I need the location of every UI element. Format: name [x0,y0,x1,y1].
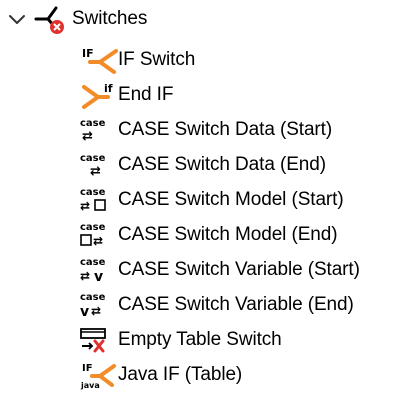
tree-item-java-if-table[interactable]: IF java Java IF (Table) [80,358,242,392]
tree-node-label: Switches [72,8,148,29]
tree-item-case-switch-model-start[interactable]: case ⇄ CASE Switch Model (Start) [80,183,344,217]
svg-text:⇄: ⇄ [80,269,90,283]
tree-item-label: Empty Table Switch [118,329,282,350]
if-switch-icon: IF [80,43,118,77]
java-if-table-icon: IF java [80,358,118,392]
svg-text:case: case [80,292,106,303]
empty-table-switch-icon [80,323,118,357]
svg-text:v: v [94,269,103,285]
tree-item-case-switch-variable-start[interactable]: case ⇄ v CASE Switch Variable (Start) [80,253,360,287]
tree-item-empty-table-switch[interactable]: Empty Table Switch [80,323,282,357]
tree-item-label: CASE Switch Variable (Start) [118,259,360,280]
case-switch-model-end-icon: case ⇄ [80,218,118,252]
tree-item-if-switch[interactable]: IF IF Switch [80,43,195,77]
svg-text:if: if [104,82,113,95]
end-if-icon: if [80,78,118,112]
tree-item-label: IF Switch [118,49,196,70]
svg-text:⇄: ⇄ [93,234,103,248]
chevron-down-icon[interactable] [4,2,32,36]
svg-text:case: case [80,257,106,268]
switch-category-icon [32,2,72,36]
case-switch-model-start-icon: case ⇄ [80,183,118,217]
tree-item-label: CASE Switch Model (End) [118,224,338,245]
tree-item-case-switch-data-end[interactable]: case ⇄ CASE Switch Data (End) [80,148,326,182]
tree-item-label: CASE Switch Data (End) [118,154,326,175]
tree-item-label: End IF [118,84,174,105]
svg-text:⇄: ⇄ [90,164,101,179]
tree-item-case-switch-variable-end[interactable]: case v ⇄ CASE Switch Variable (End) [80,288,354,322]
svg-text:⇄: ⇄ [80,199,90,213]
svg-text:case: case [80,118,106,129]
node-repository-tree: Switches IF IF Switch if End IF case ⇄ C… [0,0,415,400]
icon-text: IF [82,47,94,60]
tree-item-case-switch-model-end[interactable]: case ⇄ CASE Switch Model (End) [80,218,338,252]
case-switch-variable-end-icon: case v ⇄ [80,288,118,322]
tree-item-end-if[interactable]: if End IF [80,78,173,112]
case-switch-data-end-icon: case ⇄ [80,148,118,182]
svg-text:case: case [80,222,106,233]
tree-node-switches[interactable]: Switches [4,2,147,36]
case-switch-data-start-icon: case ⇄ [80,113,118,147]
tree-item-label: CASE Switch Variable (End) [118,294,354,315]
tree-item-label: CASE Switch Model (Start) [118,189,344,210]
svg-text:java: java [80,381,100,390]
svg-text:case: case [80,187,106,198]
tree-item-label: Java IF (Table) [118,364,243,385]
svg-text:IF: IF [82,363,93,374]
tree-item-case-switch-data-start[interactable]: case ⇄ CASE Switch Data (Start) [80,113,332,147]
svg-text:v: v [80,304,89,320]
svg-text:⇄: ⇄ [82,129,93,144]
svg-text:case: case [80,153,106,164]
tree-item-label: CASE Switch Data (Start) [118,119,333,140]
svg-text:⇄: ⇄ [91,304,101,318]
case-switch-variable-start-icon: case ⇄ v [80,253,118,287]
